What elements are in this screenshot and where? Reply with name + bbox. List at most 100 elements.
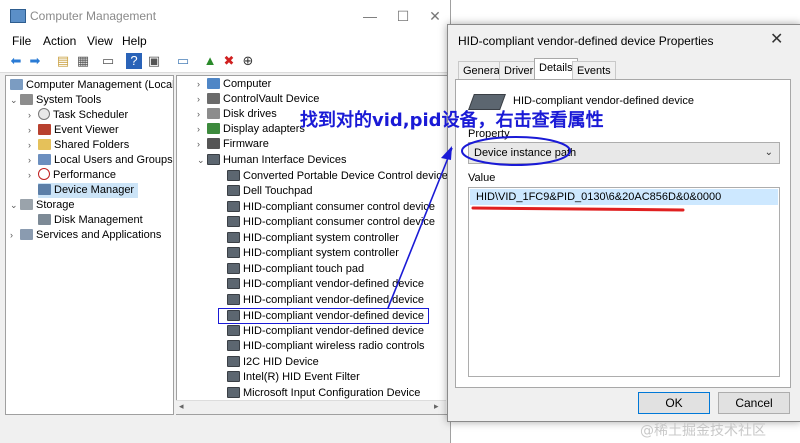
hid-device-icon bbox=[227, 371, 240, 382]
category-label: Display adapters bbox=[223, 123, 305, 135]
chevron-right-icon[interactable]: › bbox=[28, 168, 38, 183]
value-row[interactable]: HID\VID_1FC9&PID_0130\6&20AC856D&0&0000 bbox=[470, 189, 778, 205]
menu-action[interactable]: Action bbox=[43, 34, 76, 48]
scan-download-icon[interactable]: ⊕ bbox=[240, 53, 256, 69]
update-driver-icon[interactable]: ▲ bbox=[202, 53, 218, 69]
close-icon[interactable]: ✕ bbox=[770, 29, 783, 49]
chevron-right-icon[interactable]: › bbox=[197, 122, 207, 137]
device-item[interactable]: HID-compliant vendor-defined device bbox=[227, 293, 424, 308]
chevron-right-icon[interactable]: › bbox=[197, 107, 207, 122]
device-item[interactable]: HID-compliant consumer control device bbox=[227, 215, 435, 230]
category-label: Computer bbox=[223, 78, 272, 90]
tree-item-storage[interactable]: ⌄ Storage bbox=[10, 198, 75, 213]
category-label: Disk drives bbox=[223, 108, 277, 120]
services-icon bbox=[20, 229, 33, 240]
users-icon bbox=[38, 154, 51, 165]
tab-events[interactable]: Events bbox=[572, 61, 616, 80]
hid-device-icon bbox=[227, 278, 240, 289]
device-item-highlighted[interactable]: HID-compliant vendor-defined device bbox=[218, 308, 429, 324]
device-label: HID-compliant vendor-defined device bbox=[243, 278, 424, 290]
category-computer[interactable]: › Computer bbox=[197, 77, 271, 92]
device-label: HID-compliant touch pad bbox=[243, 263, 365, 275]
scroll-right-icon[interactable]: ▸ bbox=[434, 401, 439, 412]
console-tree: Computer Management (Local) ⌄ System Tool… bbox=[5, 75, 174, 415]
tree-item-label: Shared Folders bbox=[54, 139, 130, 151]
tree-item-label: Storage bbox=[36, 199, 75, 211]
device-label: Microsoft Input Configuration Device bbox=[243, 387, 421, 399]
device-label: HID-compliant vendor-defined device bbox=[243, 325, 424, 337]
chevron-right-icon[interactable]: › bbox=[28, 123, 38, 138]
device-label: Intel(R) HID Event Filter bbox=[243, 371, 360, 383]
value-list[interactable]: HID\VID_1FC9&PID_0130\6&20AC856D&0&0000 bbox=[468, 187, 780, 377]
category-display-adapters[interactable]: › Display adapters bbox=[197, 122, 305, 137]
device-item[interactable]: I2C HID Device bbox=[227, 355, 319, 370]
device-item[interactable]: HID-compliant consumer control device bbox=[227, 200, 435, 215]
tab-driver[interactable]: Driver bbox=[499, 61, 539, 80]
chevron-right-icon[interactable]: › bbox=[10, 228, 20, 243]
tree-item-label: Task Scheduler bbox=[53, 109, 129, 121]
tree-item-disk-management[interactable]: Disk Management bbox=[38, 213, 143, 228]
tree-item-performance[interactable]: › Performance bbox=[28, 168, 116, 183]
tree-item-label: System Tools bbox=[36, 94, 102, 106]
ok-button[interactable]: OK bbox=[638, 392, 710, 414]
properties-icon[interactable]: ▭ bbox=[100, 53, 116, 69]
dialog-title: HID-compliant vendor-defined device Prop… bbox=[458, 34, 714, 48]
close-icon[interactable]: ✕ bbox=[425, 6, 445, 26]
device-item[interactable]: Intel(R) HID Event Filter bbox=[227, 370, 360, 385]
chevron-right-icon[interactable]: › bbox=[197, 137, 207, 152]
category-disk-drives[interactable]: › Disk drives bbox=[197, 107, 277, 122]
tree-item-system-tools[interactable]: ⌄ System Tools bbox=[10, 93, 101, 108]
device-item[interactable]: Converted Portable Device Control device bbox=[227, 169, 447, 184]
category-label: Firmware bbox=[223, 138, 269, 150]
hid-device-icon bbox=[227, 216, 240, 227]
forward-arrow-icon[interactable]: ➡ bbox=[27, 53, 43, 69]
tree-item-event-viewer[interactable]: › Event Viewer bbox=[28, 123, 119, 138]
chevron-right-icon[interactable]: › bbox=[28, 138, 38, 153]
view-icon[interactable]: ▣ bbox=[146, 53, 162, 69]
hid-device-icon bbox=[227, 294, 240, 305]
back-arrow-icon[interactable]: ⬅ bbox=[8, 53, 24, 69]
device-label: HID-compliant system controller bbox=[243, 247, 399, 259]
menu-view[interactable]: View bbox=[87, 34, 113, 48]
device-item[interactable]: HID-compliant touch pad bbox=[227, 262, 364, 277]
device-item[interactable]: HID-compliant vendor-defined device bbox=[227, 277, 424, 292]
help-icon[interactable]: ? bbox=[126, 53, 142, 69]
device-item[interactable]: Dell Touchpad bbox=[227, 184, 313, 199]
chevron-right-icon[interactable]: › bbox=[28, 108, 38, 123]
menu-help[interactable]: Help bbox=[122, 34, 147, 48]
tree-item-label: Event Viewer bbox=[54, 124, 119, 136]
chevron-right-icon[interactable]: › bbox=[28, 153, 38, 168]
cancel-button[interactable]: Cancel bbox=[718, 392, 790, 414]
maximize-icon[interactable]: ☐ bbox=[393, 6, 413, 26]
chevron-right-icon[interactable]: › bbox=[197, 92, 207, 107]
horizontal-scrollbar[interactable]: ◂ ▸ bbox=[176, 400, 446, 414]
device-item[interactable]: HID-compliant wireless radio controls bbox=[227, 339, 425, 354]
minimize-icon[interactable]: — bbox=[360, 6, 380, 26]
chevron-right-icon[interactable]: › bbox=[197, 77, 207, 92]
device-item[interactable]: HID-compliant system controller bbox=[227, 231, 399, 246]
tree-item-shared-folders[interactable]: › Shared Folders bbox=[28, 138, 129, 153]
tree-item-services-applications[interactable]: › Services and Applications bbox=[10, 228, 161, 243]
monitor-icon[interactable]: ▭ bbox=[175, 53, 191, 69]
device-item[interactable]: HID-compliant vendor-defined device bbox=[227, 324, 424, 339]
uninstall-icon[interactable]: ✖ bbox=[221, 53, 237, 69]
category-firmware[interactable]: › Firmware bbox=[197, 137, 269, 152]
scroll-left-icon[interactable]: ◂ bbox=[179, 401, 184, 412]
tree-item-task-scheduler[interactable]: › Task Scheduler bbox=[28, 108, 128, 123]
tree-item-computer-management[interactable]: Computer Management (Local) bbox=[10, 78, 173, 93]
chevron-down-icon[interactable]: ⌄ bbox=[197, 153, 207, 168]
value-label: Value bbox=[468, 172, 496, 184]
up-folder-icon[interactable]: ▤ bbox=[55, 53, 71, 69]
tree-item-device-manager[interactable]: Device Manager bbox=[38, 183, 139, 198]
device-item[interactable]: HID-compliant system controller bbox=[227, 246, 399, 261]
chevron-down-icon[interactable]: ⌄ bbox=[10, 93, 20, 108]
property-select[interactable]: Device instance path ⌄ bbox=[468, 142, 780, 164]
category-controlvault[interactable]: › ControlVault Device bbox=[197, 92, 319, 107]
show-tree-icon[interactable]: ▦ bbox=[75, 53, 91, 69]
menu-file[interactable]: File bbox=[12, 34, 31, 48]
hid-device-icon bbox=[227, 340, 240, 351]
device-item[interactable]: Microsoft Input Configuration Device bbox=[227, 386, 420, 401]
tree-item-local-users[interactable]: › Local Users and Groups bbox=[28, 153, 173, 168]
category-human-interface-devices[interactable]: ⌄ Human Interface Devices bbox=[197, 153, 347, 168]
chevron-down-icon[interactable]: ⌄ bbox=[10, 198, 20, 213]
